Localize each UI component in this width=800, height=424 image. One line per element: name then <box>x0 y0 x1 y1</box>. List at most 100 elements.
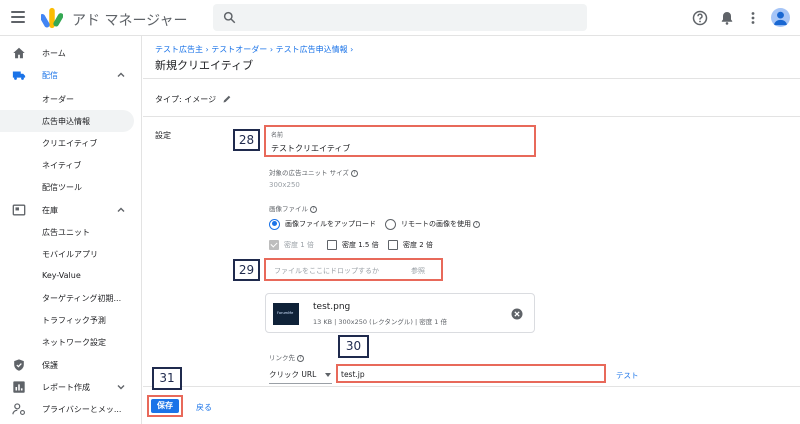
ad-unit-size-label: 対象の広告ユニット サイズ? <box>269 167 358 177</box>
sidebar-item-label: トラフィック予測 <box>42 316 106 325</box>
help-icon[interactable]: ? <box>350 169 358 177</box>
save-button[interactable]: 保存 <box>147 395 183 417</box>
file-meta: 13 KB | 300x250 (レクタングル) | 密度 1 倍 <box>313 318 448 326</box>
top-bar: アド マネージャー <box>0 0 800 36</box>
sidebar-item-inventory[interactable]: 在庫 <box>0 199 134 221</box>
sidebar-item-label: オーダー <box>42 95 74 104</box>
divider <box>143 78 800 79</box>
image-file-label: 画像ファイル? <box>269 203 317 213</box>
chevron-up-icon <box>117 72 125 77</box>
sidebar-item-orders[interactable]: オーダー <box>0 88 134 110</box>
sidebar-item-key-value[interactable]: Key-Value <box>0 265 134 287</box>
remove-file-icon[interactable] <box>511 308 523 320</box>
breadcrumb-line-item[interactable]: テスト広告申込情報 <box>276 45 348 54</box>
privacy-icon <box>12 403 25 415</box>
sidebar-item-label: 広告申込情報 <box>42 117 90 126</box>
sidebar-item-label: 保護 <box>42 361 58 370</box>
sidebar-item-privacy[interactable]: プライバシーとメッ... <box>0 398 134 420</box>
sidebar-item-delivery-tools[interactable]: 配信ツール <box>0 176 134 198</box>
click-url-value: test.jp <box>341 370 365 379</box>
link-destination-label: リンク先? <box>269 352 304 362</box>
menu-icon[interactable] <box>11 11 25 23</box>
name-field[interactable]: 名前 テストクリエイティブ <box>264 125 536 157</box>
checkbox-density-1x[interactable]: 密度 1 倍 <box>269 239 314 251</box>
sidebar-item-network-settings[interactable]: ネットワーク設定 <box>0 331 134 353</box>
checkbox[interactable] <box>269 240 279 250</box>
browse-link[interactable]: 参照 <box>411 266 425 276</box>
settings-section-label: 設定 <box>155 131 171 140</box>
sidebar-item-label: ネットワーク設定 <box>42 338 106 347</box>
annotation-marker-28: 28 <box>233 129 260 151</box>
breadcrumb-advertiser[interactable]: テスト広告主 <box>155 45 203 54</box>
help-icon[interactable]: ? <box>297 354 304 362</box>
page-title: 新規クリエイティブ <box>155 59 254 72</box>
sidebar-item-traffic-forecast[interactable]: トラフィック予測 <box>0 309 134 331</box>
sidebar-item-label: ホーム <box>42 49 66 58</box>
sidebar-item-targeting-presets[interactable]: ターゲティング初期... <box>0 287 134 309</box>
creative-type: タイプ: イメージ <box>155 95 217 104</box>
checkbox-label: 密度 1.5 倍 <box>342 241 379 249</box>
inventory-icon <box>12 204 26 216</box>
radio-button-selected[interactable] <box>269 218 280 230</box>
radio-upload-label: 画像ファイルをアップロード <box>285 220 376 228</box>
checkbox[interactable] <box>327 240 337 250</box>
checkbox-label: 密度 2 倍 <box>403 241 433 249</box>
search-bar[interactable] <box>213 4 587 31</box>
sidebar-item-label: モバイルアプリ <box>42 250 98 259</box>
sidebar-item-label: ネイティブ <box>42 161 82 170</box>
checkbox[interactable] <box>388 240 398 250</box>
sidebar-item-home[interactable]: ホーム <box>0 42 134 64</box>
divider <box>143 116 800 117</box>
sidebar-item-label: レポート作成 <box>42 383 90 392</box>
select-underline <box>269 383 332 384</box>
breadcrumb-order[interactable]: テストオーダー <box>211 45 267 54</box>
checkbox-label: 密度 1 倍 <box>284 241 314 249</box>
radio-remote-image[interactable]: リモートの画像を使用 ? <box>385 218 480 230</box>
dropdown-arrow-icon <box>325 373 331 377</box>
sidebar-item-native[interactable]: ネイティブ <box>0 154 134 176</box>
back-link[interactable]: 戻る <box>196 402 212 413</box>
chevron-up-icon <box>117 207 125 212</box>
link-type-select[interactable]: クリック URL <box>269 369 332 384</box>
click-url-input[interactable]: test.jp <box>336 364 606 383</box>
annotation-marker-30: 30 <box>338 335 369 358</box>
breadcrumb-separator: › <box>205 45 209 54</box>
sidebar-item-label: クリエイティブ <box>42 139 98 148</box>
test-link[interactable]: テスト <box>616 370 639 381</box>
footer-divider <box>143 386 800 387</box>
radio-remote-label: リモートの画像を使用 <box>401 220 471 228</box>
edit-icon[interactable] <box>222 94 232 104</box>
chevron-down-icon <box>117 385 125 390</box>
sidebar-item-label: 配信ツール <box>42 183 82 192</box>
sidebar-item-ad-units[interactable]: 広告ユニット <box>0 221 134 243</box>
radio-upload-image[interactable]: 画像ファイルをアップロード <box>269 218 376 230</box>
ad-unit-size-value: 300x250 <box>269 181 300 189</box>
help-icon[interactable] <box>692 10 708 26</box>
file-name: test.png <box>313 302 351 312</box>
app-title: アド マネージャー <box>72 13 188 29</box>
checkbox-density-1-5x[interactable]: 密度 1.5 倍 <box>327 239 379 251</box>
breadcrumb-separator: › <box>350 45 354 54</box>
radio-button[interactable] <box>385 218 396 230</box>
more-vert-icon[interactable] <box>745 10 761 26</box>
sidebar-item-label: Key-Value <box>42 271 81 280</box>
avatar[interactable] <box>771 8 790 27</box>
truck-icon <box>12 71 26 80</box>
sidebar-item-mobile-apps[interactable]: モバイルアプリ <box>0 243 134 265</box>
shield-icon <box>14 359 24 371</box>
uploaded-file-card: ForumMe test.png 13 KB | 300x250 (レクタングル… <box>265 293 535 333</box>
sidebar: ホーム 配信 オーダー 広告申込情報 クリエイティブ ネイティブ 配信ツール 在… <box>0 36 142 424</box>
help-icon[interactable]: ? <box>473 220 480 228</box>
link-type-value: クリック URL <box>269 370 317 379</box>
sidebar-item-creatives[interactable]: クリエイティブ <box>0 132 134 154</box>
sidebar-item-delivery[interactable]: 配信 <box>0 64 134 86</box>
sidebar-item-line-items[interactable]: 広告申込情報 <box>0 110 134 132</box>
sidebar-item-protection[interactable]: 保護 <box>0 354 134 376</box>
help-icon[interactable]: ? <box>310 205 317 213</box>
checkbox-density-2x[interactable]: 密度 2 倍 <box>388 239 433 251</box>
sidebar-item-reporting[interactable]: レポート作成 <box>0 376 134 398</box>
breadcrumb: テスト広告主 › テストオーダー › テスト広告申込情報 › <box>155 44 353 55</box>
home-icon <box>13 47 25 59</box>
file-drop-zone[interactable]: ファイルをここにドロップするか 参照 <box>264 258 443 281</box>
notifications-icon[interactable] <box>719 10 735 26</box>
